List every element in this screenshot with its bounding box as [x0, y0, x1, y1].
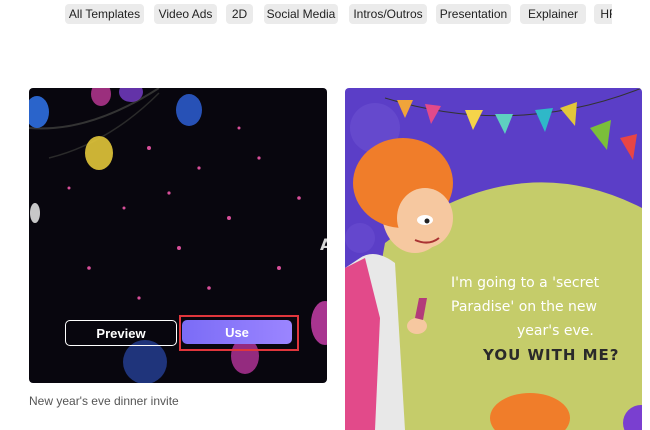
- tab-explainer[interactable]: Explainer: [520, 4, 586, 24]
- tab-presentation[interactable]: Presentation: [436, 4, 511, 24]
- tab-all-templates[interactable]: All Templates: [65, 4, 144, 24]
- template-card-new-years-dinner[interactable]: A Preview Use: [29, 88, 327, 383]
- preview-button[interactable]: Preview: [65, 320, 177, 346]
- invite-shout: YOU WITH ME?: [483, 346, 620, 364]
- invite-line-2: Paradise' on the new: [451, 299, 597, 315]
- svg-text:A: A: [320, 235, 327, 254]
- category-tabs: All Templates Video Ads 2D Social Media …: [0, 0, 612, 30]
- tab-video-ads[interactable]: Video Ads: [154, 4, 217, 24]
- use-button[interactable]: Use: [182, 320, 292, 344]
- invite-line-1: I'm going to a 'secret: [451, 275, 600, 291]
- tab-social-media[interactable]: Social Media: [264, 4, 338, 24]
- tab-intros-outros[interactable]: Intros/Outros: [349, 4, 427, 24]
- invite-text: I'm going to a 'secret Paradise' on the …: [451, 271, 631, 343]
- template-card-secret-paradise[interactable]: I'm going to a 'secret Paradise' on the …: [345, 88, 642, 430]
- template-thumbnail-2: [345, 88, 642, 430]
- template-title: New year's eve dinner invite: [29, 394, 179, 408]
- invite-line-3: year's eve.: [517, 323, 594, 339]
- tab-hr[interactable]: HR: [594, 4, 612, 24]
- tab-2d[interactable]: 2D: [226, 4, 253, 24]
